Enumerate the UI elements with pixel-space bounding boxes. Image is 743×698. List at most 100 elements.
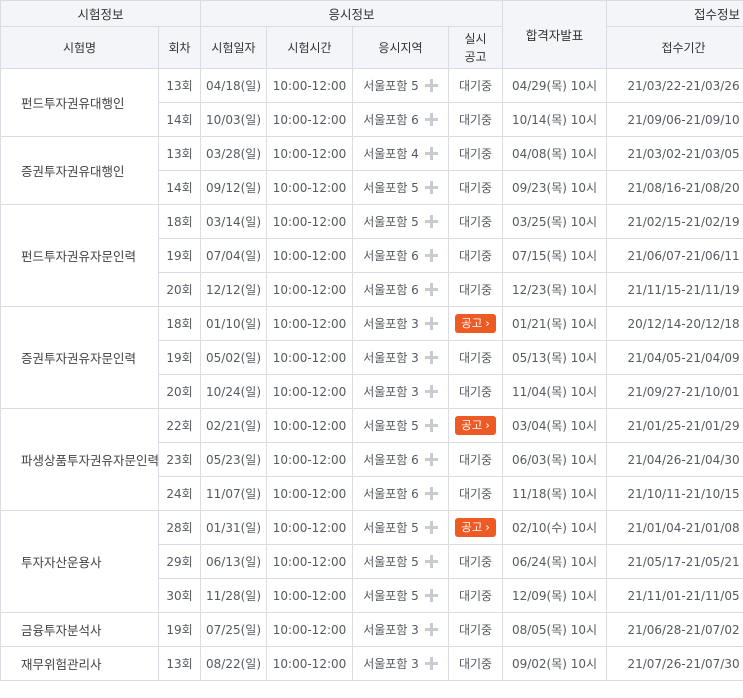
result-date-cell: 06/24(목) 10시: [502, 544, 608, 579]
plus-icon[interactable]: [424, 147, 438, 160]
round-cell: 20회: [157, 272, 202, 307]
receipt-period-cell: 21/11/01-21/11/05: [606, 578, 743, 613]
receipt-period-cell: 21/05/17-21/05/21: [606, 544, 743, 579]
plus-icon[interactable]: [424, 79, 438, 92]
round-cell: 23회: [157, 442, 202, 477]
notice-cell: 대기중: [448, 578, 504, 613]
region-cell: 서울포함 5: [352, 408, 450, 443]
plus-icon[interactable]: [424, 521, 438, 534]
table-row: 증권투자권유대행인 13회 03/28(일) 10:00-12:00 서울포함 4 대기중…: [0, 136, 743, 205]
receipt-period-cell: 21/01/04-21/01/08: [606, 510, 743, 545]
plus-icon[interactable]: [424, 181, 438, 194]
notice-cell: 대기중: [448, 102, 504, 137]
exam-time-cell: 10:00-12:00: [266, 272, 354, 307]
receipt-period-cell: 21/03/02-21/03/05: [606, 136, 743, 171]
exam-time-cell: 10:00-12:00: [266, 442, 354, 477]
column-header-region: 응시지역: [352, 26, 450, 69]
round-cell: 19회: [157, 612, 202, 647]
group-header-receipt-info: 접수정보: [606, 0, 743, 27]
plus-icon[interactable]: [424, 419, 438, 432]
table-row: 펀드투자권유자문인력 18회 03/14(일) 10:00-12:00 서울포함 5 대기…: [0, 204, 743, 307]
notice-button[interactable]: 공고 ›: [455, 416, 496, 435]
region-label: 서울포함 3: [363, 385, 419, 399]
plus-icon[interactable]: [424, 453, 438, 466]
exam-time-cell: 10:00-12:00: [266, 408, 354, 443]
region-label: 서울포함 5: [363, 79, 419, 93]
receipt-period-cell: 21/04/05-21/04/09: [606, 340, 743, 375]
round-cell: 13회: [157, 646, 202, 681]
exam-time-cell: 10:00-12:00: [266, 170, 354, 205]
notice-cell: 대기중: [448, 442, 504, 477]
region-cell: 서울포함 6: [352, 272, 450, 307]
exam-name: 증권투자권유대행인: [0, 136, 159, 205]
exam-name: 투자자산운용사: [0, 510, 159, 613]
exam-name: 금융투자분석사: [0, 612, 159, 647]
region-label: 서울포함 6: [363, 487, 419, 501]
notice-button-label: 공고: [461, 316, 483, 330]
exam-name: 파생상품투자권유자문인력: [0, 408, 159, 511]
exam-date-cell: 01/10(일): [200, 306, 268, 341]
region-cell: 서울포함 5: [352, 204, 450, 239]
plus-icon[interactable]: [424, 657, 438, 670]
exam-time-cell: 10:00-12:00: [266, 102, 354, 137]
result-date-cell: 06/03(목) 10시: [502, 442, 608, 477]
plus-icon[interactable]: [424, 351, 438, 364]
plus-icon[interactable]: [424, 215, 438, 228]
region-cell: 서울포함 5: [352, 510, 450, 545]
result-date-cell: 08/05(목) 10시: [502, 612, 608, 647]
region-cell: 서울포함 3: [352, 340, 450, 375]
plus-icon[interactable]: [424, 589, 438, 602]
notice-button[interactable]: 공고 ›: [455, 518, 496, 537]
table-row: 투자자산운용사 28회 01/31(일) 10:00-12:00 서울포함 5 공고 › 02…: [0, 510, 743, 613]
table-row: 파생상품투자권유자문인력 22회 02/21(일) 10:00-12:00 서울포함 5…: [0, 408, 743, 511]
result-date-cell: 10/14(목) 10시: [502, 102, 608, 137]
exam-time-cell: 10:00-12:00: [266, 646, 354, 681]
column-header-round: 회차: [157, 26, 202, 69]
notice-cell: 대기중: [448, 374, 504, 409]
column-header-date: 시험일자: [200, 26, 268, 69]
plus-icon[interactable]: [424, 317, 438, 330]
region-label: 서울포함 3: [363, 623, 419, 637]
plus-icon[interactable]: [424, 385, 438, 398]
round-cell: 28회: [157, 510, 202, 545]
notice-cell: 대기중: [448, 340, 504, 375]
exam-date-cell: 10/03(일): [200, 102, 268, 137]
column-header-time: 시험시간: [266, 26, 354, 69]
result-date-cell: 03/25(목) 10시: [502, 204, 608, 239]
receipt-period-cell: 21/06/07-21/06/11: [606, 238, 743, 273]
plus-icon[interactable]: [424, 113, 438, 126]
exam-time-cell: 10:00-12:00: [266, 612, 354, 647]
plus-icon[interactable]: [424, 487, 438, 500]
exam-time-cell: 10:00-12:00: [266, 476, 354, 511]
notice-cell: 대기중: [448, 544, 504, 579]
exam-time-cell: 10:00-12:00: [266, 374, 354, 409]
plus-icon[interactable]: [424, 283, 438, 296]
column-header-notice-line1: 실시: [464, 31, 487, 46]
exam-date-cell: 10/24(일): [200, 374, 268, 409]
region-label: 서울포함 5: [363, 555, 419, 569]
notice-cell: 대기중: [448, 476, 504, 511]
result-date-cell: 09/23(목) 10시: [502, 170, 608, 205]
region-cell: 서울포함 3: [352, 612, 450, 647]
notice-cell: 공고 ›: [448, 510, 504, 545]
plus-icon[interactable]: [424, 555, 438, 568]
plus-icon[interactable]: [424, 249, 438, 262]
notice-cell: 대기중: [448, 238, 504, 273]
region-label: 서울포함 5: [363, 521, 419, 535]
round-cell: 18회: [157, 204, 202, 239]
plus-icon[interactable]: [424, 623, 438, 636]
table-row: 재무위험관리사 13회 08/22(일) 10:00-12:00 서울포함 3 대기중 09…: [0, 646, 743, 681]
notice-cell: 대기중: [448, 170, 504, 205]
notice-cell: 공고 ›: [448, 306, 504, 341]
notice-cell: 대기중: [448, 272, 504, 307]
round-cell: 13회: [157, 68, 202, 103]
result-date-cell: 12/09(목) 10시: [502, 578, 608, 613]
notice-button[interactable]: 공고 ›: [455, 314, 496, 333]
exam-date-cell: 09/12(일): [200, 170, 268, 205]
region-label: 서울포함 6: [363, 249, 419, 263]
notice-cell: 공고 ›: [448, 408, 504, 443]
table-body: 펀드투자권유대행인 13회 04/18(일) 10:00-12:00 서울포함 5 대기중…: [0, 68, 743, 681]
exam-date-cell: 11/28(일): [200, 578, 268, 613]
region-label: 서울포함 5: [363, 419, 419, 433]
exam-time-cell: 10:00-12:00: [266, 578, 354, 613]
